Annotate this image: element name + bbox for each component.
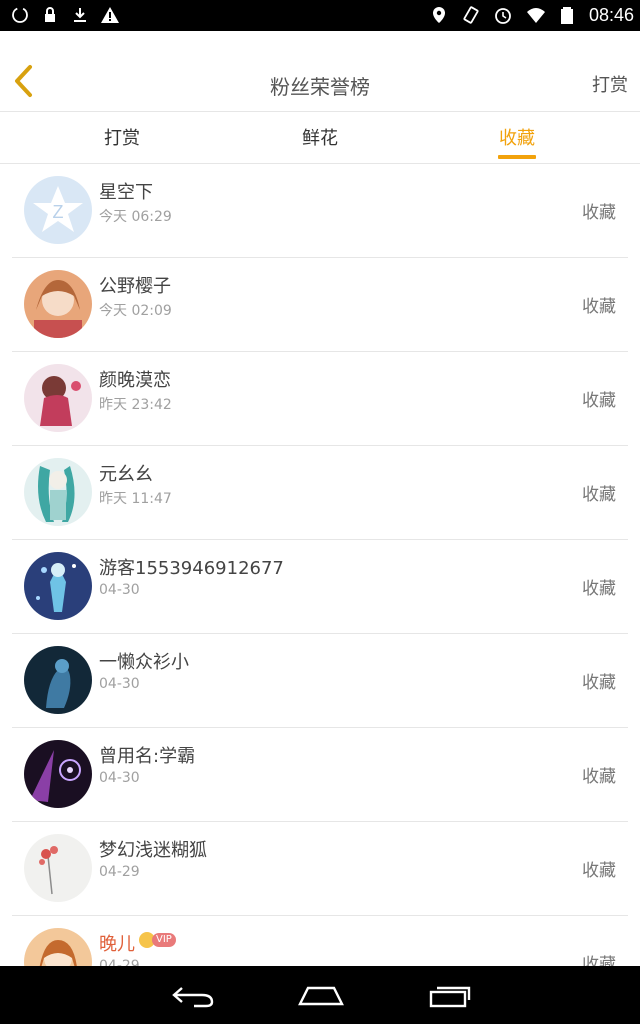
home-icon <box>296 986 346 1014</box>
avatar <box>24 270 92 338</box>
list-item[interactable]: 曾用名:学霸 04-30 收藏 <box>12 728 628 822</box>
header: 粉丝荣誉榜 打赏 <box>0 31 640 112</box>
list-item[interactable]: 游客1553946912677 04-30 收藏 <box>12 540 628 634</box>
user-name: 星空下 <box>99 182 153 203</box>
list-item[interactable]: 梦幻浅迷糊狐 04-29 收藏 <box>12 822 628 916</box>
download-icon <box>70 5 90 25</box>
page-title: 粉丝荣誉榜 <box>270 75 370 99</box>
timestamp: 今天 02:09 <box>99 303 172 319</box>
sync-icon <box>10 5 30 25</box>
avatar <box>24 364 92 432</box>
fan-list: Z 星空下 今天 06:29 收藏 公野樱子 今天 02:09 收藏 颜晚漠恋 … <box>0 164 640 966</box>
list-item[interactable]: 颜晚漠恋 昨天 23:42 收藏 <box>12 352 628 446</box>
tab-reward[interactable]: 打赏 <box>62 124 182 150</box>
row-action-label: 收藏 <box>582 861 616 881</box>
user-name: 游客1553946912677 <box>99 558 284 579</box>
timestamp: 04-30 <box>99 582 140 598</box>
list-item[interactable]: 公野樱子 今天 02:09 收藏 <box>12 258 628 352</box>
list-item[interactable]: 一懒众衫小 04-30 收藏 <box>12 634 628 728</box>
tab-bar: 打赏 鲜花 收藏 <box>0 112 640 164</box>
user-name: 公野樱子 <box>99 276 171 297</box>
avatar: Z <box>24 176 92 244</box>
battery-icon <box>557 5 577 25</box>
avatar <box>24 740 92 808</box>
row-action-label: 收藏 <box>582 673 616 693</box>
list-item[interactable]: 元幺幺 昨天 11:47 收藏 <box>12 446 628 540</box>
status-right-icons: 08:46 <box>429 3 634 27</box>
warning-icon <box>100 5 120 25</box>
navigation-bar <box>0 966 640 1024</box>
user-name: 颜晚漠恋 <box>99 370 171 391</box>
nav-recents-button[interactable] <box>425 980 475 1010</box>
avatar <box>24 834 92 902</box>
vip-badge: VIP <box>139 932 176 948</box>
row-action-label: 收藏 <box>582 391 616 411</box>
timestamp: 昨天 11:47 <box>99 491 172 507</box>
list-item[interactable]: 晚儿 VIP 04-29 收藏 <box>12 916 628 966</box>
timestamp: 04-30 <box>99 676 140 692</box>
row-action-label: 收藏 <box>582 297 616 317</box>
back-arrow-icon <box>168 987 218 1014</box>
avatar <box>24 646 92 714</box>
reward-button[interactable]: 打赏 <box>592 71 628 97</box>
avatar <box>24 928 92 966</box>
timestamp: 昨天 23:42 <box>99 397 172 413</box>
active-tab-indicator <box>498 155 536 159</box>
user-name: 一懒众衫小 <box>99 652 189 673</box>
alarm-icon <box>493 5 513 25</box>
rotate-icon <box>461 5 481 25</box>
wifi-icon <box>525 5 545 25</box>
nav-home-button[interactable] <box>296 980 346 1010</box>
tab-favorites[interactable]: 收藏 <box>457 124 577 150</box>
row-action-label: 收藏 <box>582 485 616 505</box>
status-left-icons <box>10 5 120 25</box>
lock-icon <box>40 5 60 25</box>
timestamp: 今天 06:29 <box>99 209 172 225</box>
vip-label: VIP <box>152 933 176 947</box>
row-action-label: 收藏 <box>582 955 616 966</box>
timestamp: 04-29 <box>99 958 140 966</box>
location-icon <box>429 5 449 25</box>
tab-flowers[interactable]: 鲜花 <box>260 124 380 150</box>
nav-back-button[interactable] <box>168 980 218 1010</box>
list-item[interactable]: Z 星空下 今天 06:29 收藏 <box>12 164 628 258</box>
status-time: 08:46 <box>588 5 634 25</box>
timestamp: 04-30 <box>99 770 140 786</box>
recent-apps-icon <box>425 986 475 1014</box>
avatar <box>24 458 92 526</box>
status-bar: 08:46 <box>0 0 640 31</box>
row-action-label: 收藏 <box>582 579 616 599</box>
row-action-label: 收藏 <box>582 203 616 223</box>
user-name: 元幺幺 <box>99 464 153 485</box>
avatar <box>24 552 92 620</box>
user-name: 梦幻浅迷糊狐 <box>99 840 207 861</box>
vip-user-name: 晚儿 <box>99 934 135 955</box>
row-action-label: 收藏 <box>582 767 616 787</box>
user-name: 曾用名:学霸 <box>99 746 196 767</box>
user-name: 晚儿 VIP <box>99 930 176 956</box>
timestamp: 04-29 <box>99 864 140 880</box>
svg-text:Z: Z <box>53 202 64 222</box>
